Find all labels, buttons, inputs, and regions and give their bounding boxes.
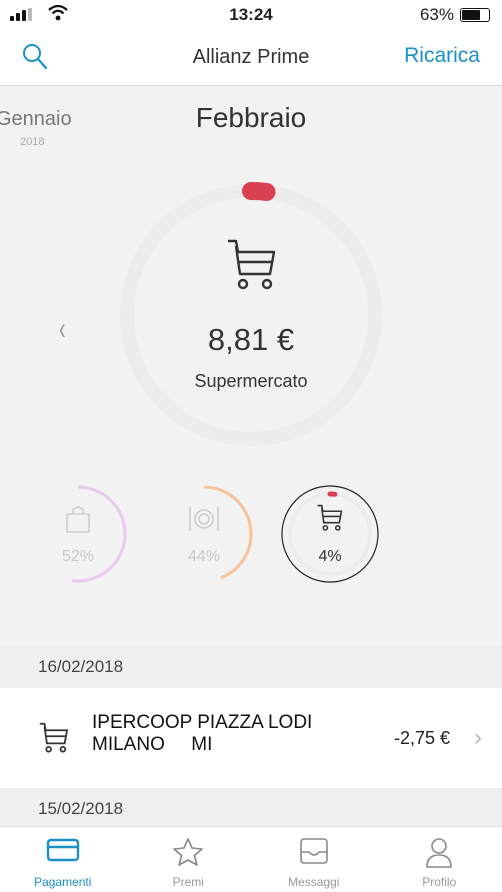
tab-label: Premi <box>172 875 204 889</box>
nav-bar: Allianz Prime Ricarica <box>0 30 502 86</box>
shopping-bag-icon <box>28 504 128 539</box>
amount-total: 8,81 € <box>207 322 295 357</box>
tab-label: Pagamenti <box>34 875 92 889</box>
tab-label: Messaggi <box>288 875 340 889</box>
battery-percent: 63% <box>419 5 454 24</box>
transaction-merchant: IPERCOOP PIAZZA LODI MILANO MI <box>92 712 313 755</box>
cart-icon <box>228 239 276 290</box>
chevron-right-icon: › <box>474 724 482 751</box>
battery-icon <box>460 8 490 22</box>
category-restaurant[interactable]: 44% <box>154 484 254 584</box>
date-header: 15/02/2018 <box>0 788 502 830</box>
spending-ring <box>118 182 384 448</box>
category-supermarket[interactable]: 4% <box>280 484 380 584</box>
category-label: Supermercato <box>194 371 308 391</box>
tab-bar: Pagamenti Premi Messaggi Profilo <box>0 826 502 892</box>
tab-premi[interactable]: Premi <box>126 827 252 892</box>
year-prev: 2018 <box>20 136 45 148</box>
card-icon <box>46 838 79 862</box>
month-current: Febbraio <box>195 102 307 133</box>
tab-profilo[interactable]: Profilo <box>377 827 502 892</box>
status-bar: 13:24 63% <box>0 0 502 30</box>
transaction-row[interactable]: IPERCOOP PIAZZA LODI MILANO MI -2,75 € › <box>0 688 502 788</box>
person-icon <box>426 838 453 868</box>
transaction-amount: -2,75 € <box>393 728 450 748</box>
star-icon <box>173 838 204 866</box>
tab-label: Profilo <box>422 875 457 889</box>
date-header: 16/02/2018 <box>0 646 502 688</box>
category-percent: 44% <box>187 548 221 565</box>
tab-pagamenti[interactable]: Pagamenti <box>0 827 126 892</box>
cart-icon <box>39 722 69 753</box>
category-shopping[interactable]: 52% <box>28 484 128 584</box>
category-percent: 4% <box>318 548 342 565</box>
category-percent: 52% <box>61 548 95 565</box>
inbox-icon <box>299 838 328 864</box>
ricarica-button[interactable]: Ricarica <box>404 44 480 68</box>
tab-messaggi[interactable]: Messaggi <box>251 827 377 892</box>
restaurant-icon <box>154 504 254 539</box>
cart-icon <box>280 504 380 537</box>
